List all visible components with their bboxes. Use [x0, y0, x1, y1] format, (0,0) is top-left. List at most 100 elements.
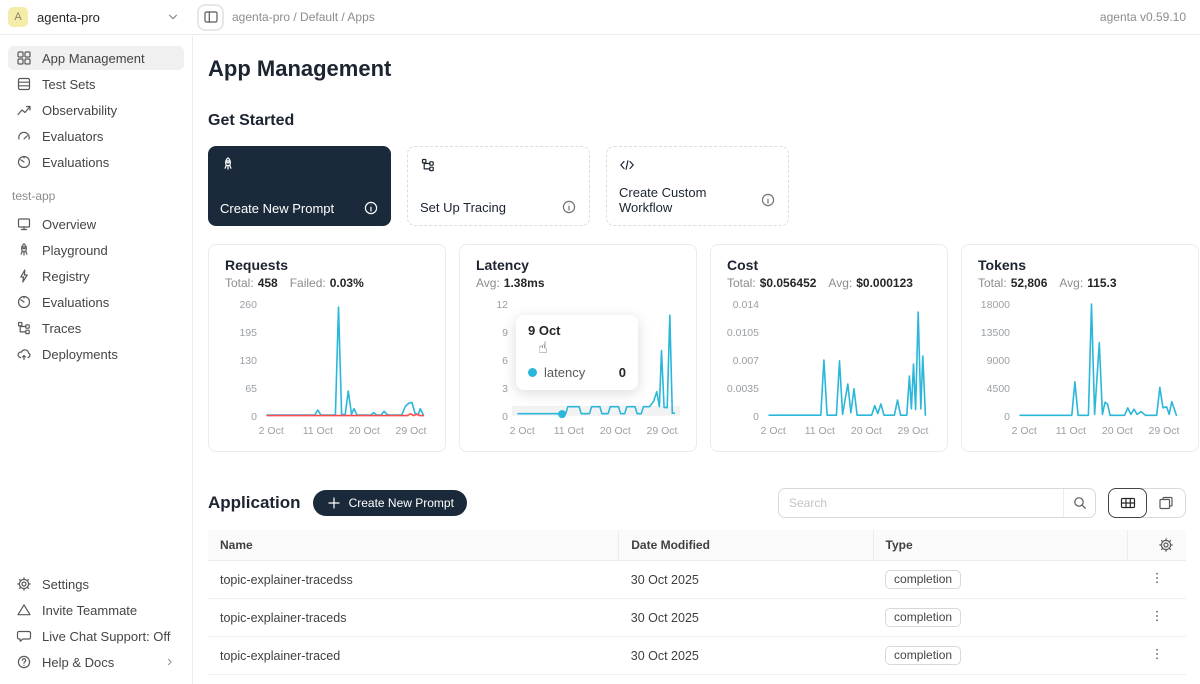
- info-icon[interactable]: [561, 199, 577, 215]
- row-menu-icon[interactable]: [1150, 609, 1164, 623]
- card-view-icon: [1158, 495, 1174, 511]
- grid-icon: [16, 50, 32, 66]
- sidebar-section-label: test-app: [12, 189, 184, 203]
- type-cell: completion: [873, 599, 1127, 637]
- footer-item-invite-teammate[interactable]: Invite Teammate: [8, 598, 184, 622]
- search-input[interactable]: [779, 496, 1063, 510]
- sidebar-app-nav: OverviewPlayground Registry Evaluations Tra…: [8, 212, 184, 368]
- svg-text:12: 12: [496, 299, 508, 311]
- app-nav-item-playground[interactable]: Playground: [8, 238, 184, 262]
- breadcrumb[interactable]: agenta-pro / Default / Apps: [232, 10, 375, 24]
- card-view-button[interactable]: [1146, 489, 1185, 517]
- column-settings-gear-icon[interactable]: [1158, 537, 1174, 553]
- svg-text:11 Oct: 11 Oct: [1056, 425, 1086, 437]
- item-label: App Management: [42, 51, 145, 66]
- panel-icon: [203, 9, 219, 25]
- app-name-cell[interactable]: career-assessment: [208, 675, 619, 684]
- column-header-type[interactable]: Type: [873, 530, 1127, 561]
- get-started-heading: Get Started: [208, 112, 1186, 130]
- chart-title: Latency: [476, 257, 680, 273]
- sidebar-toggle-button[interactable]: [197, 4, 224, 31]
- hovered-data-point: [558, 410, 566, 418]
- sidebar-item-observability[interactable]: Observability: [8, 98, 184, 122]
- tooltip-value: 0: [619, 365, 626, 380]
- tree-icon: [16, 320, 32, 336]
- item-label: Live Chat Support: Off: [42, 629, 170, 644]
- sidebar-item-test-sets[interactable]: Test Sets: [8, 72, 184, 96]
- item-label: Observability: [42, 103, 117, 118]
- chart-card-tokens: TokensTotal:52,806Avg:115.30450090001350…: [961, 244, 1199, 452]
- cloud-icon: [16, 346, 32, 362]
- chart-plot: 0651301952602 Oct11 Oct20 Oct29 Oct: [225, 296, 429, 446]
- chart-stats: Total:52,806Avg:115.3: [978, 276, 1182, 290]
- item-label: Evaluations: [42, 295, 109, 310]
- sidebar-item-app-management[interactable]: App Management: [8, 46, 184, 70]
- table-row[interactable]: career-assessment27 Oct 2025completion: [208, 675, 1186, 684]
- view-mode-toggle: [1108, 488, 1186, 518]
- set-up-tracing-card[interactable]: Set Up Tracing: [407, 146, 590, 226]
- svg-text:4500: 4500: [987, 383, 1011, 395]
- app-name-cell[interactable]: topic-explainer-traceds: [208, 599, 619, 637]
- app-nav-item-deployments[interactable]: Deployments: [8, 342, 184, 366]
- sidebar: App Management Test Sets Observability Eval…: [0, 36, 193, 684]
- svg-text:9000: 9000: [987, 355, 1011, 367]
- item-label: Settings: [42, 577, 89, 592]
- info-icon[interactable]: [363, 200, 379, 216]
- stat: Total:$0.056452: [727, 276, 816, 290]
- app-name-cell[interactable]: topic-explainer-tracedss: [208, 561, 619, 599]
- tree-icon: [420, 157, 577, 173]
- column-header-name[interactable]: Name: [208, 530, 619, 561]
- table-view-icon: [1120, 495, 1136, 511]
- plus-icon: [326, 495, 342, 511]
- stat: Avg:1.38ms: [476, 276, 545, 290]
- item-label: Help & Docs: [42, 655, 114, 670]
- table-row[interactable]: topic-explainer-traceds30 Oct 2025comple…: [208, 599, 1186, 637]
- create-new-prompt-card[interactable]: Create New Prompt: [208, 146, 391, 226]
- type-cell: completion: [873, 675, 1127, 684]
- help-icon: [16, 654, 32, 670]
- footer-item-settings[interactable]: Settings: [8, 572, 184, 596]
- svg-text:65: 65: [245, 383, 257, 395]
- app-nav-item-traces[interactable]: Traces: [8, 316, 184, 340]
- chart-tooltip: 9 Oct☝latency0: [516, 315, 638, 390]
- chart-card-requests: RequestsTotal:458Failed:0.03%06513019526…: [208, 244, 446, 452]
- svg-text:9: 9: [502, 327, 508, 339]
- footer-item-live-chat-support-off[interactable]: Live Chat Support: Off: [8, 624, 184, 648]
- tooltip-series-label: latency: [544, 365, 585, 380]
- item-label: Registry: [42, 269, 90, 284]
- chart-stats: Avg:1.38ms: [476, 276, 680, 290]
- item-label: Evaluations: [42, 155, 109, 170]
- type-badge: completion: [885, 570, 961, 589]
- app-nav-item-evaluations[interactable]: Evaluations: [8, 290, 184, 314]
- app-nav-item-registry[interactable]: Registry: [8, 264, 184, 288]
- create-new-prompt-button[interactable]: Create New Prompt: [313, 490, 467, 516]
- footer-item-help-docs[interactable]: Help & Docs: [8, 650, 184, 674]
- svg-text:0.007: 0.007: [733, 355, 759, 367]
- sidebar-item-evaluations[interactable]: Evaluations: [8, 150, 184, 174]
- card-label: Create New Prompt: [220, 201, 334, 216]
- metrics-charts-row: RequestsTotal:458Failed:0.03%06513019526…: [208, 244, 1186, 452]
- sidebar-item-evaluators[interactable]: Evaluators: [8, 124, 184, 148]
- chart-title: Cost: [727, 257, 931, 273]
- chart-plot: 00.00350.0070.01050.0142 Oct11 Oct20 Oct…: [727, 296, 931, 446]
- gear-icon: [16, 576, 32, 592]
- app-name-cell[interactable]: topic-explainer-traced: [208, 637, 619, 675]
- table-view-button[interactable]: [1108, 488, 1147, 518]
- chart-stats: Total:458Failed:0.03%: [225, 276, 429, 290]
- info-icon[interactable]: [760, 192, 776, 208]
- svg-text:0: 0: [1004, 411, 1010, 423]
- type-badge: completion: [885, 646, 961, 665]
- create-custom-workflow-card[interactable]: Create Custom Workflow: [606, 146, 789, 226]
- row-menu-icon[interactable]: [1150, 571, 1164, 585]
- search-icon[interactable]: [1063, 489, 1095, 517]
- table-row[interactable]: topic-explainer-tracedss30 Oct 2025compl…: [208, 561, 1186, 599]
- series-dot: [528, 368, 537, 377]
- table-row[interactable]: topic-explainer-traced30 Oct 2025complet…: [208, 637, 1186, 675]
- app-nav-item-overview[interactable]: Overview: [8, 212, 184, 236]
- column-header-date-modified[interactable]: Date Modified: [619, 530, 873, 561]
- row-menu-icon[interactable]: [1150, 647, 1164, 661]
- app-version: agenta v0.59.10: [1100, 10, 1186, 24]
- svg-text:20 Oct: 20 Oct: [349, 425, 380, 437]
- item-label: Test Sets: [42, 77, 95, 92]
- workspace-selector[interactable]: A agenta-pro: [0, 7, 193, 27]
